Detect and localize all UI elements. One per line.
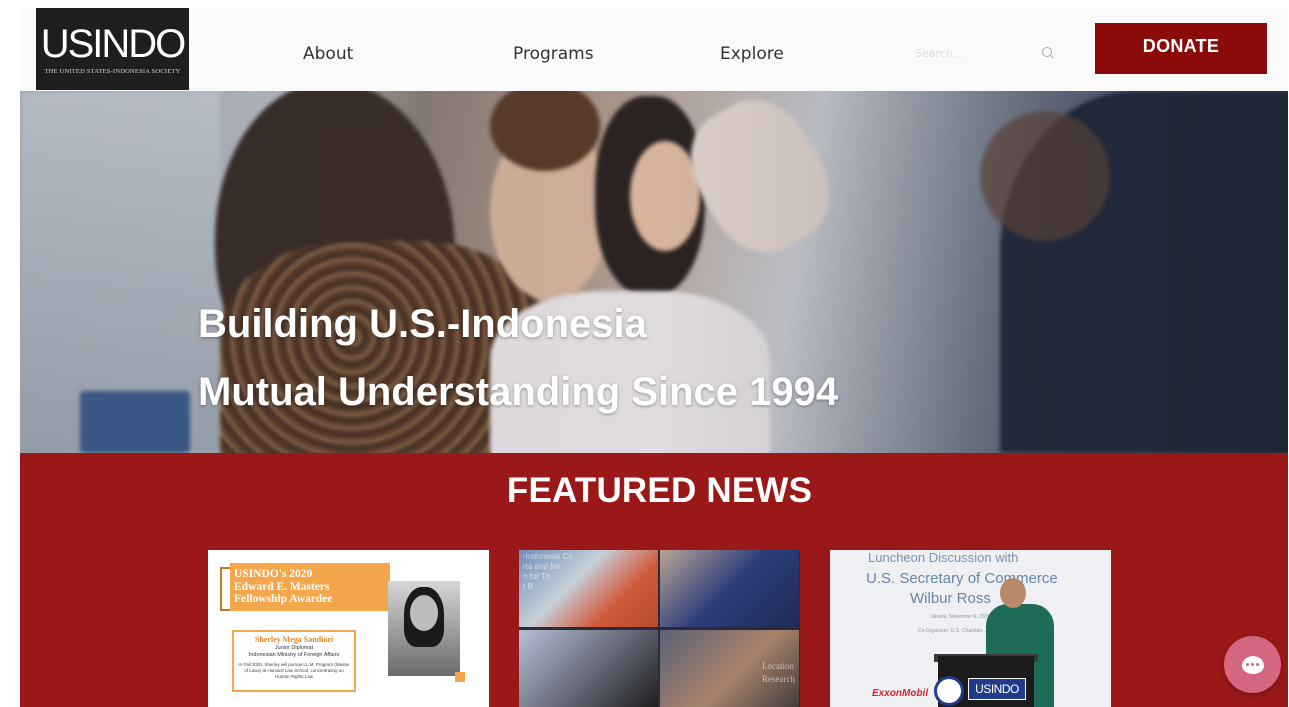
card1-heading-line3: Fellowship Awardee [234, 593, 333, 605]
card1-heading-line2: Edward E. Masters [234, 580, 330, 593]
logo-wordmark: USINDO [40, 21, 187, 66]
card1-note: In Fall 2020, Sherley will pursue LL.M. … [238, 662, 350, 679]
nav-explore[interactable]: Explore [720, 44, 784, 64]
card1-role-line1: Junior Diplomat [274, 645, 314, 651]
card2-photo-1: -Indonesia Co rta and Ne n for Th t B [519, 550, 658, 627]
chat-button[interactable] [1224, 636, 1281, 693]
card1-portrait-face [410, 595, 438, 631]
search-icon[interactable] [1040, 45, 1056, 61]
logo-tagline: THE UNITED STATES-INDONESIA SOCIETY [44, 67, 181, 75]
card1-namebox: Sherley Mega Sandiori Junior Diplomat In… [232, 630, 356, 692]
nav-programs[interactable]: Programs [513, 44, 594, 64]
card2-photo-2 [660, 550, 799, 627]
hero-headline-line1: Building U.S.-Indonesia [198, 302, 647, 346]
card1-name: Sherley Mega Sandiori [254, 635, 334, 644]
card1-heading-line1: USINDO's 2020 [234, 568, 313, 580]
news-card-luncheon[interactable]: Luncheon Discussion with U.S. Secretary … [830, 550, 1111, 707]
card3-date: Jakarta, November 6, 2019 [930, 614, 991, 620]
nav-about[interactable]: About [303, 44, 353, 64]
card1-heading: USINDO's 2020 Edward E. Masters Fellowsh… [234, 568, 333, 606]
card3-speaker-head [1000, 578, 1026, 608]
donate-button[interactable]: DONATE [1095, 23, 1267, 74]
chat-dot [1256, 663, 1259, 666]
card3-sponsor-logo: ExxonMobil [872, 688, 929, 699]
page-frame: USINDO THE UNITED STATES-INDONESIA SOCIE… [0, 0, 1289, 707]
news-card-collage[interactable]: -Indonesia Co rta and Ne n for Th t B Lo… [519, 550, 800, 707]
card2-photo-3 [519, 630, 658, 707]
card1-role-line2: Indonesian Ministry of Foreign Affairs [248, 652, 340, 658]
search-box [915, 42, 1075, 66]
card3-podium-logo: USINDO [968, 678, 1026, 700]
card1-portrait [388, 581, 460, 676]
search-input[interactable] [915, 42, 1035, 64]
featured-news-section: FEATURED NEWS USINDO's 2020 Edward E. Ma… [20, 453, 1288, 707]
hero-headline: Building U.S.-Indonesia Mutual Understan… [198, 290, 838, 426]
chat-dot [1246, 663, 1249, 666]
hero-headline-line2: Mutual Understanding Since 1994 [198, 370, 839, 414]
news-card-fellowship[interactable]: USINDO's 2020 Edward E. Masters Fellowsh… [208, 550, 489, 707]
site-header: USINDO THE UNITED STATES-INDONESIA SOCIE… [20, 0, 1288, 91]
chat-dot [1251, 663, 1254, 666]
card3-seal-icon [934, 676, 964, 706]
card2-photo-4: Location Research [660, 630, 799, 707]
card3-line1: Luncheon Discussion with [868, 550, 1019, 565]
card3-coorganizer: Co-Organizer: U.S. Chamber... [918, 628, 987, 634]
chat-icon [1241, 655, 1264, 674]
card2-photo-1-text: -Indonesia Co rta and Ne n for Th t B [523, 552, 573, 591]
card1-corner-accent [455, 672, 465, 682]
usindo-logo[interactable]: USINDO THE UNITED STATES-INDONESIA SOCIE… [36, 8, 189, 90]
card3-line3: Wilbur Ross [910, 590, 991, 607]
hero-banner: Building U.S.-Indonesia Mutual Understan… [20, 91, 1288, 453]
featured-news-title: FEATURED NEWS [506, 471, 813, 510]
card2-photo-4-text: Location Research [762, 661, 795, 684]
